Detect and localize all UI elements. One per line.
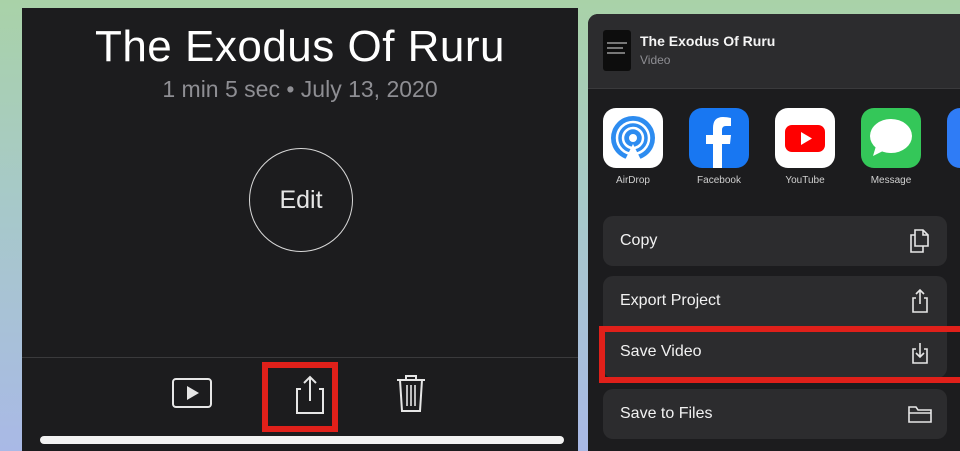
trash-icon[interactable] — [394, 372, 428, 414]
edit-button[interactable]: Edit — [249, 148, 353, 252]
header-divider — [588, 88, 960, 89]
share-icon — [907, 287, 933, 315]
save-video-highlight-box — [599, 326, 960, 383]
edit-label: Edit — [279, 185, 323, 214]
share-header-subtitle: Video — [640, 53, 671, 67]
share-highlight-box — [262, 362, 338, 432]
save-to-files-label: Save to Files — [620, 405, 713, 422]
export-project-action[interactable]: Export Project — [603, 276, 947, 327]
app-label-airdrop: AirDrop — [616, 175, 650, 186]
more-app-icon[interactable] — [947, 108, 960, 168]
project-subtitle: 1 min 5 sec • July 13, 2020 — [162, 76, 438, 102]
home-indicator — [40, 436, 564, 444]
youtube-icon[interactable] — [775, 108, 835, 168]
share-sheet: The Exodus Of Ruru Video AirDrop Faceboo… — [588, 14, 960, 451]
project-detail-panel: The Exodus Of Ruru 1 min 5 sec • July 13… — [22, 8, 578, 451]
folder-icon — [907, 400, 933, 428]
app-label-facebook: Facebook — [697, 175, 741, 186]
airdrop-icon[interactable] — [603, 108, 663, 168]
project-title: The Exodus Of Ruru — [94, 22, 506, 71]
export-project-label: Export Project — [620, 292, 721, 309]
copy-action[interactable]: Copy — [603, 216, 947, 266]
app-label-message: Message — [870, 175, 912, 186]
share-header-title: The Exodus Of Ruru — [640, 33, 776, 49]
app-label-youtube: YouTube — [785, 175, 825, 186]
copy-label: Copy — [620, 232, 658, 249]
play-icon[interactable] — [171, 377, 213, 409]
copy-icon — [907, 227, 933, 255]
message-icon[interactable] — [861, 108, 921, 168]
toolbar-divider — [22, 357, 578, 358]
video-thumbnail — [603, 30, 631, 71]
save-to-files-action[interactable]: Save to Files — [603, 389, 947, 439]
share-sheet-header: The Exodus Of Ruru Video — [588, 14, 960, 88]
facebook-icon[interactable] — [689, 108, 749, 168]
